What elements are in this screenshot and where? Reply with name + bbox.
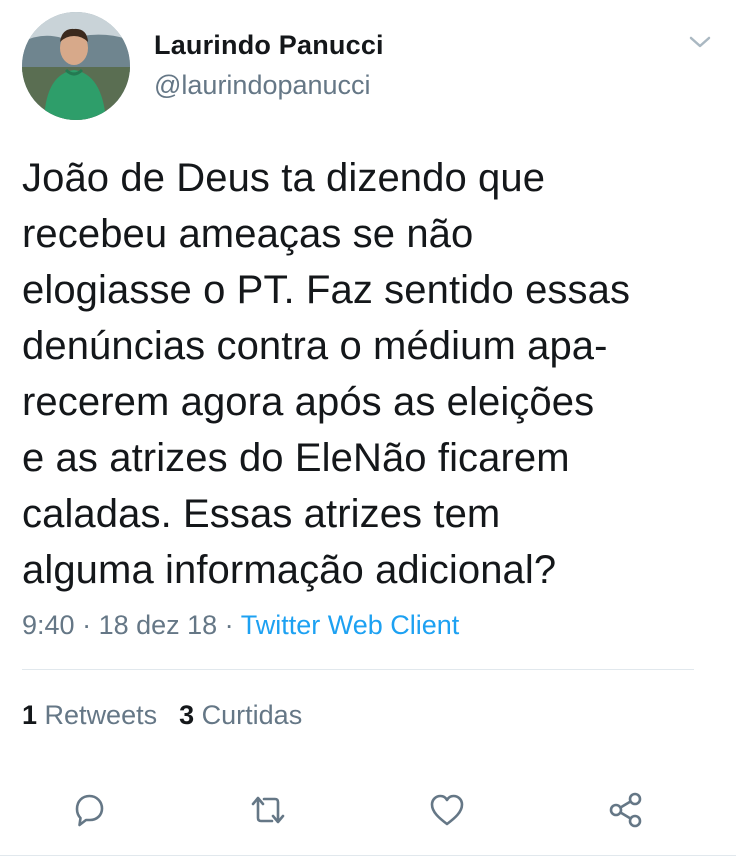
likes-label: Curtidas (201, 700, 303, 730)
tweet-text-line: denúncias contra o médium apa- (22, 324, 608, 368)
reply-icon[interactable] (67, 788, 111, 832)
tweet-source-link[interactable]: Twitter Web Client (241, 610, 460, 640)
tweet-text-line: recebeu ameaças se não (22, 212, 474, 256)
author-name[interactable]: Laurindo Panucci (154, 30, 384, 61)
tweet-date: 18 dez 18 (98, 610, 218, 640)
retweets-stat[interactable]: 1 Retweets (22, 700, 157, 730)
tweet-stats: 1 Retweets 3 Curtidas (22, 700, 302, 731)
tweet-metadata: 9:40 · 18 dez 18 · Twitter Web Client (22, 610, 459, 641)
retweets-count: 1 (22, 700, 38, 730)
share-icon[interactable] (604, 788, 648, 832)
heart-icon[interactable] (425, 788, 469, 832)
tweet-text-line: alguma informação adicional? (22, 548, 557, 592)
tweet-header: Laurindo Panucci @laurindopanucci (22, 12, 714, 122)
chevron-down-icon[interactable] (686, 28, 714, 56)
author-handle[interactable]: @laurindopanucci (154, 70, 371, 101)
retweet-icon[interactable] (246, 788, 290, 832)
tweet-text-line: recerem agora após as eleições (22, 380, 595, 424)
meta-separator: · (217, 610, 241, 640)
likes-count: 3 (179, 700, 195, 730)
retweets-label: Retweets (44, 700, 158, 730)
tweet-time: 9:40 (22, 610, 75, 640)
tweet-text-line: elogiasse o PT. Faz sentido essas (22, 268, 631, 312)
divider (0, 855, 736, 856)
tweet-text-line: João de Deus ta dizendo que (22, 156, 546, 200)
tweet-text: João de Deus ta dizendo que recebeu amea… (22, 150, 712, 598)
tweet-text-line: e as atrizes do EleNão ficarem (22, 436, 570, 480)
meta-separator: · (74, 610, 99, 640)
tweet-actions (0, 780, 736, 840)
avatar[interactable] (22, 12, 130, 120)
divider (22, 669, 694, 670)
likes-stat[interactable]: 3 Curtidas (179, 700, 302, 730)
tweet-text-line: caladas. Essas atrizes tem (22, 492, 501, 536)
tweet-detail: Laurindo Panucci @laurindopanucci João d… (0, 0, 736, 864)
